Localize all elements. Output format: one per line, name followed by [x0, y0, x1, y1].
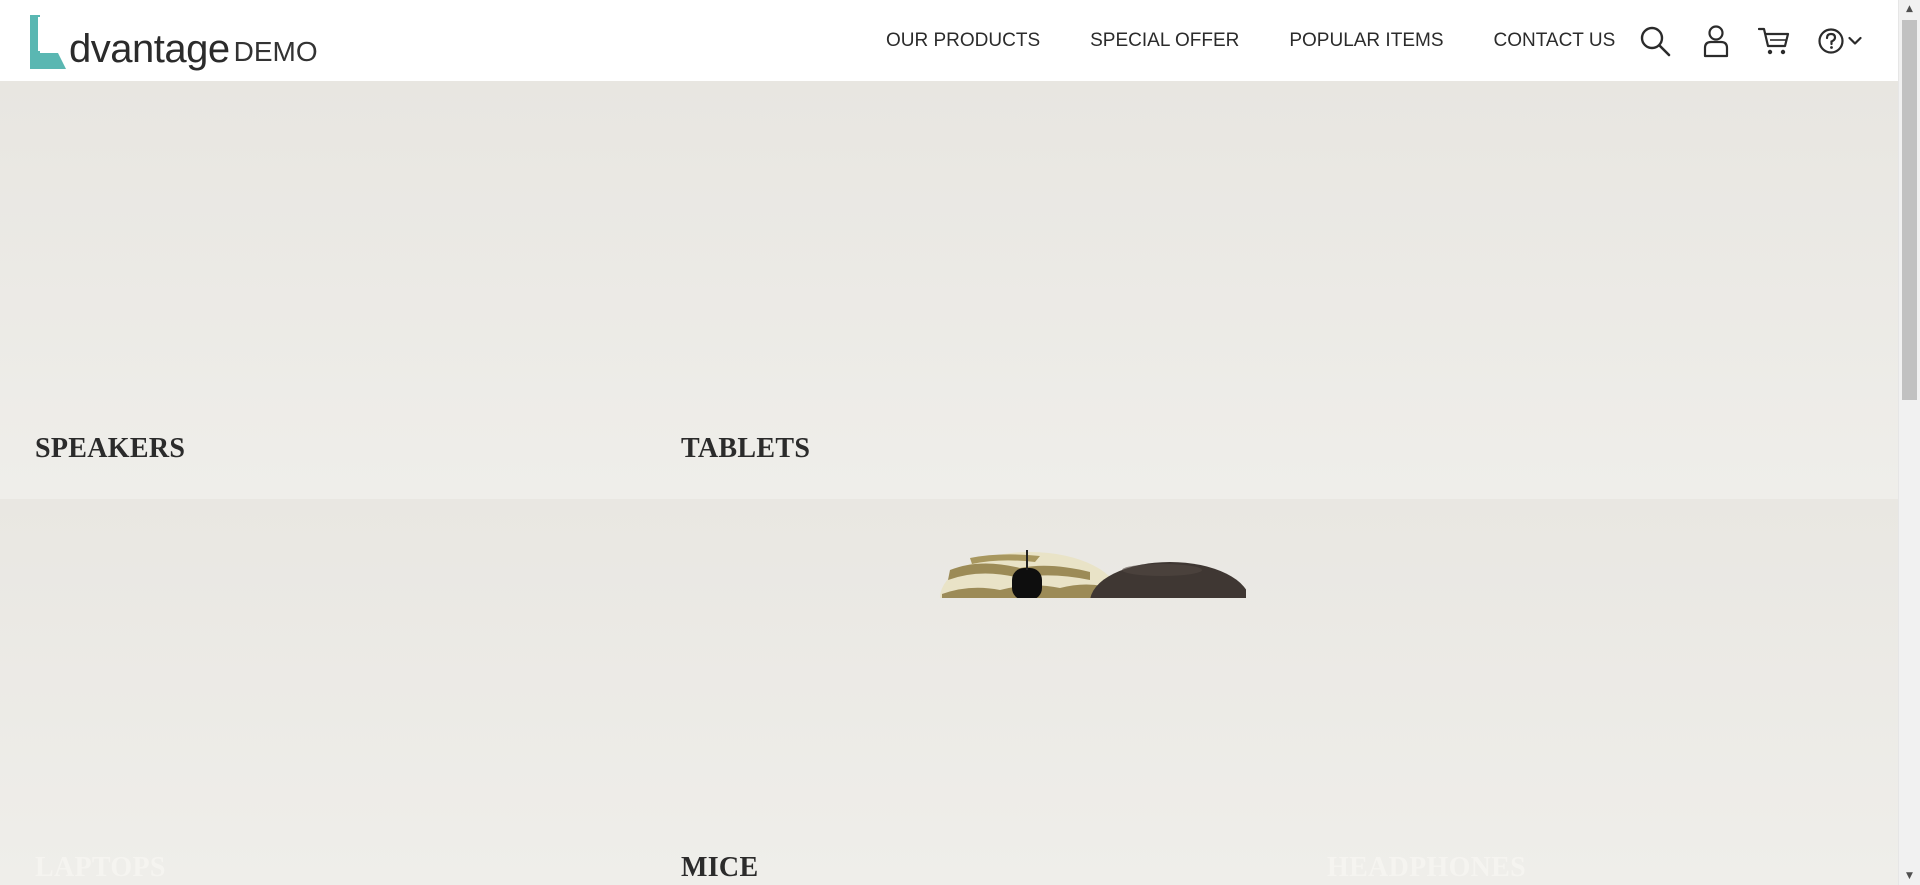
vertical-scrollbar[interactable]: ▲ ▼	[1898, 0, 1920, 885]
logo-word: dvantage	[69, 27, 230, 71]
nav-our-products[interactable]: OUR PRODUCTS	[886, 30, 1040, 52]
nav-popular-items[interactable]: POPULAR ITEMS	[1289, 30, 1443, 52]
header-icons	[1638, 0, 1862, 81]
cart-button[interactable]	[1757, 24, 1791, 58]
category-row-top	[0, 81, 1898, 499]
brand-logo[interactable]: dvantage DEMO	[28, 11, 318, 71]
top-navigation-bar: dvantage DEMO OUR PRODUCTS SPECIAL OFFER…	[0, 0, 1898, 81]
category-speakers[interactable]: SPEAKERS	[35, 433, 185, 465]
category-laptops[interactable]: LAPTOPS	[35, 852, 166, 884]
mouse-illustration	[940, 550, 1246, 598]
nav-special-offer[interactable]: SPECIAL OFFER	[1090, 30, 1239, 52]
category-tablets[interactable]: TABLETS	[681, 433, 810, 465]
logo-demo-suffix: DEMO	[233, 36, 318, 67]
cart-icon	[1758, 27, 1790, 54]
user-menu-button[interactable]	[1699, 24, 1733, 58]
nav-contact-us[interactable]: CONTACT US	[1494, 30, 1616, 52]
help-icon	[1818, 27, 1844, 54]
category-headphones[interactable]: HEADPHONES	[1327, 852, 1526, 884]
scroll-up-arrow-icon[interactable]: ▲	[1899, 0, 1920, 18]
chevron-down-icon	[1848, 36, 1862, 45]
search-button[interactable]	[1638, 24, 1672, 58]
main-nav: OUR PRODUCTS SPECIAL OFFER POPULAR ITEMS…	[886, 0, 1615, 81]
search-icon	[1640, 26, 1671, 56]
category-mice[interactable]: MICE	[681, 852, 758, 884]
logo-mark-icon	[30, 15, 66, 69]
scrollbar-thumb[interactable]	[1902, 20, 1917, 400]
page: dvantage DEMO OUR PRODUCTS SPECIAL OFFER…	[0, 0, 1920, 885]
user-icon	[1703, 24, 1729, 57]
mice-product-image[interactable]	[940, 550, 1246, 598]
scroll-down-arrow-icon[interactable]: ▼	[1899, 867, 1920, 885]
help-menu-button[interactable]	[1817, 24, 1862, 58]
